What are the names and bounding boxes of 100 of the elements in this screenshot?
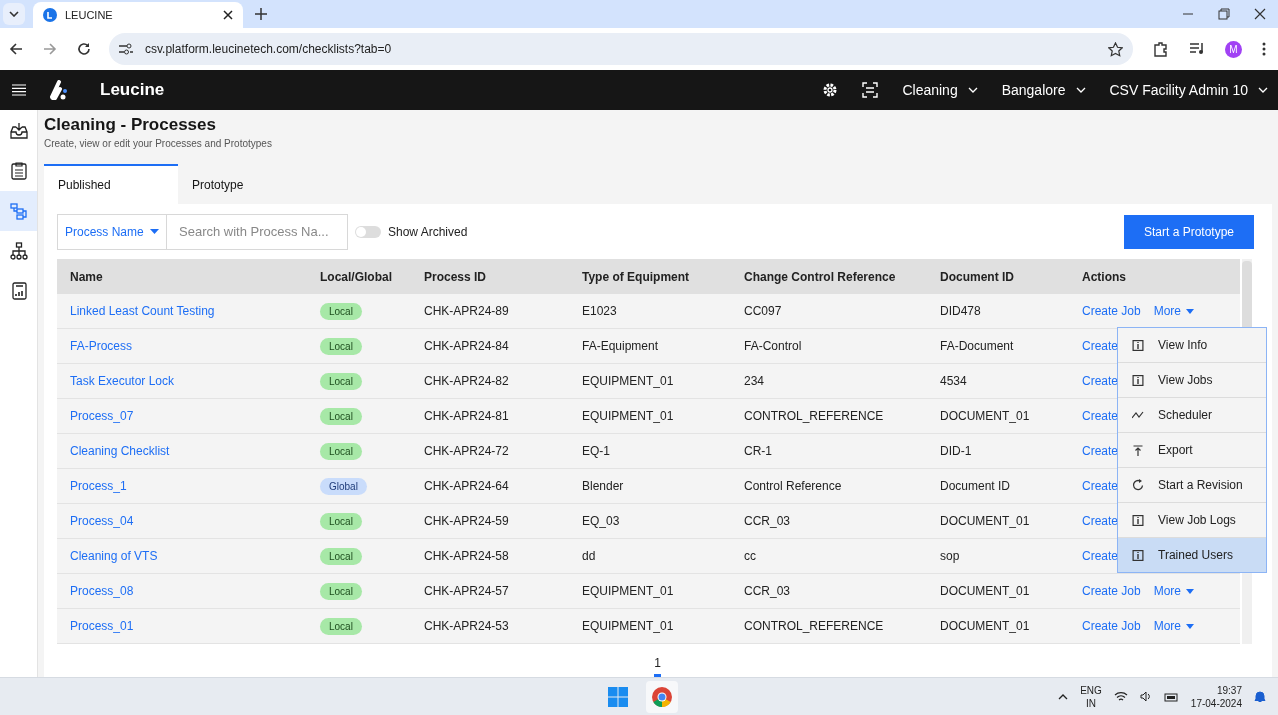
table-cell-text: EQUIPMENT_01	[582, 584, 675, 598]
media-icon[interactable]	[1189, 42, 1205, 56]
create-job-link[interactable]: Create Job	[1082, 584, 1141, 598]
chevron-up-icon[interactable]	[1058, 693, 1069, 700]
speaker-icon[interactable]	[1139, 691, 1152, 702]
process-name-link[interactable]: Process_07	[70, 409, 134, 423]
more-icon[interactable]	[1262, 42, 1266, 56]
star-icon[interactable]	[1108, 41, 1123, 57]
create-job-link[interactable]: Create	[1082, 479, 1119, 493]
reload-icon[interactable]	[77, 42, 91, 56]
table-cell-text: DOCUMENT_01	[940, 409, 1031, 423]
browser-tab[interactable]: LEUCINE	[33, 2, 243, 28]
flowchart-icon	[9, 202, 28, 220]
chevron-down-icon	[1258, 87, 1268, 93]
restore-icon[interactable]	[1218, 8, 1230, 20]
table-cell-text: 4534	[940, 374, 968, 388]
menu-item[interactable]: Start a Revision	[1118, 468, 1266, 503]
process-name-link[interactable]: Linked Least Count Testing	[70, 304, 215, 318]
table-cell-text: CHK-APR24-81	[424, 409, 510, 423]
new-tab-icon[interactable]	[255, 8, 267, 20]
table-cell-text: CHK-APR24-72	[424, 444, 510, 458]
table-cell-text: EQUIPMENT_01	[582, 409, 675, 423]
table-cell-text: Blender	[582, 479, 625, 493]
create-job-link[interactable]: Create	[1082, 374, 1119, 388]
menu-item[interactable]: Trained Users	[1118, 538, 1266, 572]
start-prototype-button[interactable]: Start a Prototype	[1123, 214, 1254, 249]
puzzle-icon[interactable]	[1153, 41, 1169, 57]
battery-icon[interactable]	[1163, 691, 1179, 702]
header-dropdown[interactable]: CSV Facility Admin 10	[1109, 82, 1268, 98]
table-cell-text: EQ-1	[582, 444, 611, 458]
app-logo-icon	[43, 8, 57, 22]
tab-title: LEUCINE	[65, 9, 114, 21]
column-header: Document ID	[940, 269, 1015, 284]
more-link[interactable]: More	[1153, 619, 1195, 633]
process-name-link[interactable]: Task Executor Lock	[70, 374, 175, 388]
header-dropdown[interactable]: Bangalore	[1001, 82, 1086, 98]
wifi-icon[interactable]	[1113, 691, 1128, 702]
menu-item[interactable]: Export	[1118, 433, 1266, 468]
process-name-link[interactable]: Process_04	[70, 514, 134, 528]
process-name-link[interactable]: Process_1	[70, 479, 127, 493]
scope-badge: Local	[320, 582, 362, 600]
taskbar-app[interactable]	[646, 680, 678, 713]
filter-dropdown[interactable]: Process Name	[57, 213, 167, 250]
table-cell-text: CR-1	[744, 444, 773, 458]
menu-item[interactable]: Scheduler	[1118, 398, 1266, 433]
address-bar[interactable]: csv.platform.leucinetech.com/checklists?tab=0	[109, 33, 1133, 65]
process-name-link[interactable]: Cleaning Checklist	[70, 444, 170, 458]
menu-item[interactable]: View Jobs	[1118, 363, 1266, 398]
clock-date[interactable]: 17-04-2024	[1190, 696, 1242, 710]
more-link[interactable]: More	[1153, 304, 1195, 318]
table-cell-text: CHK-APR24-84	[424, 339, 510, 353]
column-header: Process ID	[424, 269, 488, 284]
site-settings-icon[interactable]	[119, 43, 133, 55]
tab[interactable]: Prototype	[178, 164, 312, 204]
create-job-link[interactable]: Create	[1082, 514, 1119, 528]
tab[interactable]: Published	[44, 164, 178, 204]
info-icon	[1132, 514, 1144, 526]
profile-avatar[interactable]: M	[1225, 40, 1242, 58]
export-icon	[1132, 444, 1144, 456]
caret-icon	[1186, 588, 1195, 594]
bell-icon[interactable]	[1254, 690, 1266, 703]
language-text[interactable]: ENG	[1080, 683, 1102, 697]
menu-item[interactable]: View Info	[1118, 328, 1266, 363]
create-job-link[interactable]: Create	[1082, 339, 1119, 353]
toggle-switch[interactable]	[355, 225, 381, 238]
header-dropdown[interactable]: Cleaning	[902, 82, 978, 98]
close-icon[interactable]	[223, 10, 233, 20]
table-cell-text: DOCUMENT_01	[940, 514, 1031, 528]
table-cell-text: CHK-APR24-58	[424, 549, 510, 563]
table-cell-text: EQUIPMENT_01	[582, 619, 675, 633]
process-name-link[interactable]: Process_08	[70, 584, 134, 598]
report-icon	[10, 282, 27, 300]
process-name-link[interactable]: FA-Process	[70, 339, 132, 353]
process-name-link[interactable]: Process_01	[70, 619, 134, 633]
process-name-link[interactable]: Cleaning of VTS	[70, 549, 158, 563]
settings-icon[interactable]	[822, 82, 839, 98]
forward-icon[interactable]	[43, 42, 57, 56]
caret-icon	[1186, 623, 1195, 629]
tab-list-button[interactable]	[3, 3, 25, 25]
scope-badge: Local	[320, 617, 362, 635]
create-job-link[interactable]: Create	[1082, 409, 1119, 423]
scope-badge: Local	[320, 372, 362, 390]
scope-badge: Local	[320, 512, 362, 530]
table-cell-text: FA-Equipment	[582, 339, 660, 353]
hierarchy-icon	[9, 242, 28, 260]
create-job-link[interactable]: Create Job	[1082, 619, 1141, 633]
search-field[interactable]: Search with Process Na...	[167, 213, 348, 250]
more-link[interactable]: More	[1153, 584, 1195, 598]
table-cell-text: 234	[744, 374, 766, 388]
clock-time[interactable]: 19:37	[1216, 683, 1242, 697]
create-job-link[interactable]: Create Job	[1082, 304, 1141, 318]
close-icon[interactable]	[1254, 8, 1266, 20]
start-icon[interactable]	[608, 686, 628, 707]
scan-icon[interactable]	[862, 82, 879, 98]
back-icon[interactable]	[9, 42, 23, 56]
create-job-link[interactable]: Create	[1082, 549, 1119, 563]
create-job-link[interactable]: Create	[1082, 444, 1119, 458]
column-header: Actions	[1082, 269, 1127, 284]
menu-icon[interactable]	[12, 84, 26, 96]
region-text[interactable]: IN	[1086, 696, 1096, 710]
